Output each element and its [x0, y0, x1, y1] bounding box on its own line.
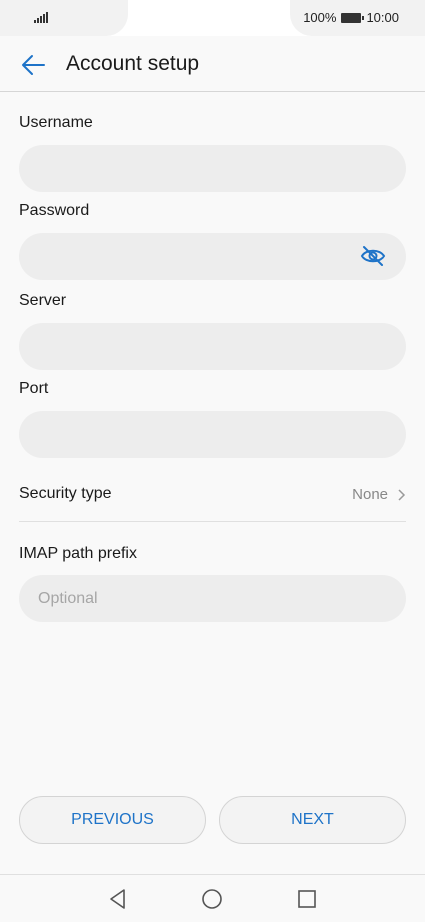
eye-off-icon[interactable]	[360, 245, 386, 267]
username-field[interactable]	[19, 145, 406, 192]
circle-home-icon[interactable]	[200, 887, 224, 911]
battery-percent: 100%	[303, 10, 337, 25]
security-type-row[interactable]: Security type None	[19, 470, 406, 522]
signal-icon	[34, 11, 48, 23]
battery-icon	[341, 12, 365, 23]
status-indicators: 100% 10:00	[303, 10, 399, 25]
port-field[interactable]	[19, 411, 406, 458]
password-label: Password	[19, 202, 90, 219]
system-nav-bar	[0, 874, 425, 922]
status-bar: 100% 10:00	[0, 0, 425, 36]
chevron-right-icon	[398, 489, 406, 501]
square-recents-icon[interactable]	[295, 887, 319, 911]
port-label: Port	[19, 380, 49, 397]
server-label: Server	[19, 292, 67, 309]
imap-path-prefix-field[interactable]	[19, 575, 406, 622]
password-field[interactable]	[19, 233, 406, 280]
imap-path-prefix-label: IMAP path prefix	[19, 545, 137, 562]
app-header: Account setup	[0, 36, 425, 92]
server-field[interactable]	[19, 323, 406, 370]
triangle-back-icon[interactable]	[106, 887, 130, 911]
clock: 10:00	[366, 10, 399, 25]
security-type-label: Security type	[19, 485, 112, 502]
previous-button[interactable]: PREVIOUS	[19, 796, 206, 844]
next-button[interactable]: NEXT	[219, 796, 406, 844]
arrow-left-icon[interactable]	[20, 52, 46, 78]
security-type-value: None	[352, 486, 388, 503]
username-label: Username	[19, 114, 93, 131]
page-title: Account setup	[66, 52, 200, 75]
